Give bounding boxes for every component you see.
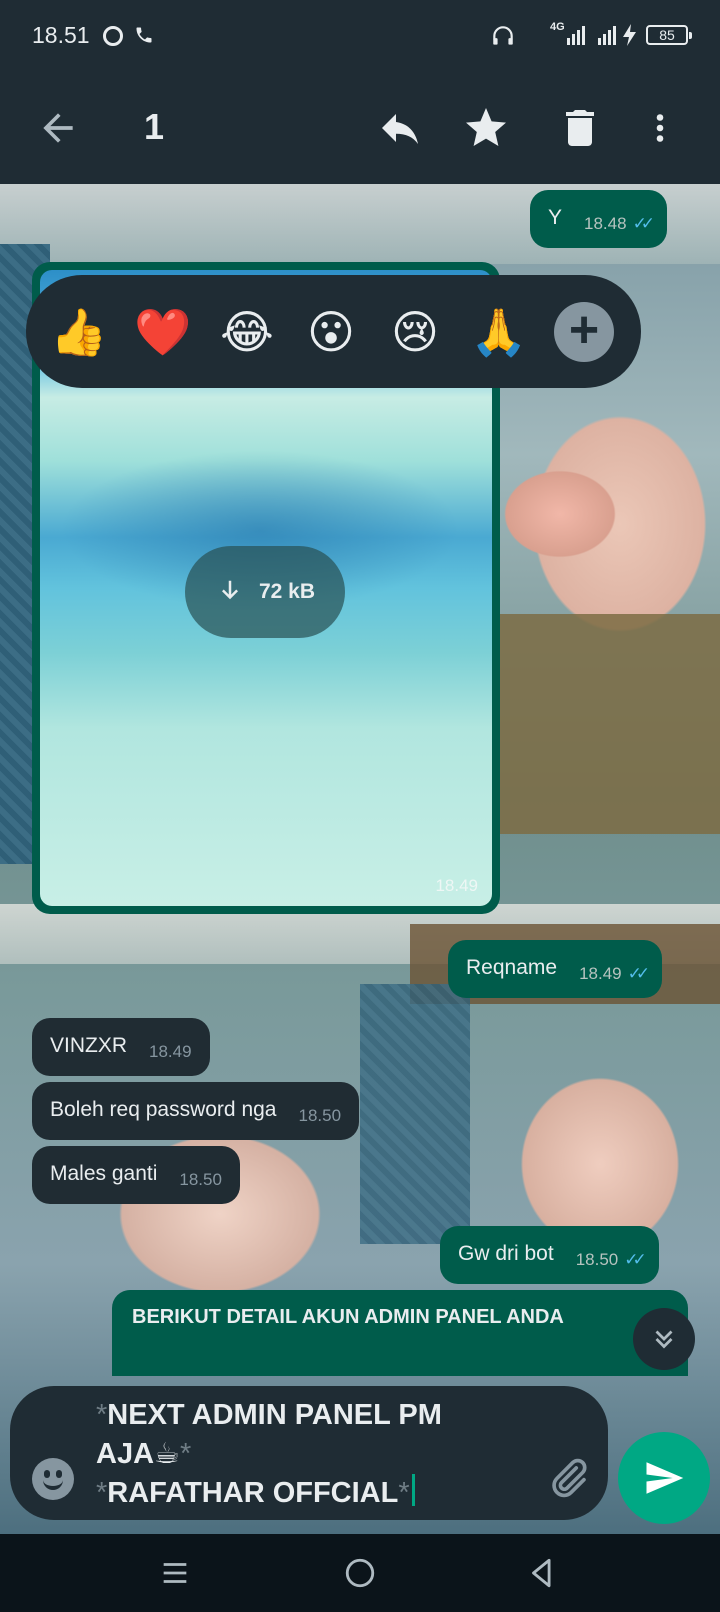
reaction-pray[interactable]: 🙏 [470, 302, 528, 362]
message-time: 18.49 [579, 964, 622, 983]
message-composer[interactable]: *NEXT ADMIN PANEL PM AJA☕* *RAFATHAR OFF… [10, 1386, 608, 1520]
draft-line: NEXT ADMIN PANEL PM [107, 1399, 442, 1431]
charging-icon [623, 24, 636, 46]
message-text: BERIKUT DETAIL AKUN ADMIN PANEL ANDA [132, 1306, 564, 1328]
text-cursor [411, 1474, 415, 1506]
message-text: Boleh req password nga [50, 1098, 277, 1121]
status-time: 18.51 [32, 22, 90, 48]
status-bar: 18.51 4G 85 [0, 0, 720, 72]
draft-line: RAFATHAR OFFCIAL [107, 1477, 399, 1509]
format-asterisk: * [398, 1477, 410, 1509]
format-asterisk: * [180, 1438, 192, 1470]
reaction-thumbs-up[interactable]: 👍 [50, 302, 108, 362]
message-time: 18.49 [435, 876, 478, 895]
delete-icon[interactable] [556, 104, 604, 152]
signal-icon [567, 26, 585, 45]
wallpaper-segment [360, 984, 470, 1244]
message-outgoing[interactable]: Gw dri bot 18.50 ✓✓ [440, 1226, 659, 1284]
message-text: Males ganti [50, 1162, 158, 1185]
battery-level: 85 [646, 25, 692, 45]
menu-icon[interactable] [158, 1556, 192, 1590]
message-incoming[interactable]: Males ganti 18.50 [32, 1146, 240, 1204]
message-text: Reqname [466, 956, 558, 979]
home-icon[interactable] [343, 1556, 377, 1590]
format-asterisk: * [96, 1399, 108, 1431]
reaction-picker: 👍 ❤️ 😂 😮 😢 🙏 + [26, 275, 641, 388]
system-navigation-bar [0, 1534, 720, 1612]
chrome-icon [103, 26, 123, 46]
reaction-heart[interactable]: ❤️ [134, 302, 192, 362]
signal-icon-2 [598, 26, 616, 45]
message-incoming[interactable]: VINZXR 18.49 [32, 1018, 210, 1076]
attach-icon[interactable] [546, 1456, 590, 1500]
message-time: 18.48 [584, 214, 627, 233]
reply-icon[interactable] [376, 104, 424, 152]
message-text: Gw dri bot [458, 1242, 554, 1265]
message-time: 18.50 [179, 1170, 222, 1189]
message-input[interactable]: *NEXT ADMIN PANEL PM AJA☕* *RAFATHAR OFF… [96, 1396, 526, 1513]
message-outgoing-partial[interactable]: BERIKUT DETAIL AKUN ADMIN PANEL ANDA [112, 1290, 688, 1376]
draft-line: AJA☕ [96, 1438, 181, 1470]
read-ticks-icon: ✓✓ [624, 1250, 646, 1269]
scroll-to-bottom-button[interactable] [633, 1308, 695, 1370]
wallpaper-segment [500, 614, 720, 834]
phone-icon [136, 27, 152, 43]
read-ticks-icon: ✓✓ [632, 214, 655, 233]
network-type-label: 4G [550, 21, 565, 33]
message-outgoing[interactable]: Y 18.48 ✓✓ [530, 190, 668, 248]
headset-icon [493, 26, 513, 45]
format-asterisk: * [96, 1477, 108, 1509]
plus-icon[interactable]: + [554, 301, 614, 362]
message-time: 18.49 [149, 1042, 192, 1061]
message-outgoing[interactable]: Reqname 18.49 ✓✓ [448, 940, 663, 998]
selected-count: 1 [144, 106, 165, 147]
more-vert-icon[interactable] [642, 104, 678, 152]
message-text: VINZXR [50, 1034, 128, 1057]
message-time: 18.50 [575, 1250, 619, 1269]
reaction-sad[interactable]: 😢 [386, 302, 444, 362]
download-size: 72 kB [258, 580, 316, 603]
back-triangle-icon[interactable] [525, 1556, 559, 1590]
star-icon[interactable] [462, 104, 510, 152]
download-button[interactable]: 72 kB [185, 546, 345, 638]
read-ticks-icon: ✓✓ [627, 964, 650, 983]
send-button[interactable] [618, 1432, 710, 1524]
double-chevron-down-icon [655, 1330, 673, 1349]
message-time: 18.50 [298, 1106, 342, 1125]
emoji-icon[interactable] [32, 1458, 74, 1500]
back-arrow-icon[interactable] [36, 106, 80, 150]
reaction-laughing[interactable]: 😂 [218, 302, 276, 362]
message-text: Y [548, 206, 563, 229]
send-icon [646, 1462, 684, 1494]
message-incoming[interactable]: Boleh req password nga 18.50 [32, 1082, 360, 1140]
selection-action-bar: 1 [0, 72, 720, 184]
download-icon [221, 580, 238, 600]
reaction-surprised[interactable]: 😮 [302, 302, 360, 362]
